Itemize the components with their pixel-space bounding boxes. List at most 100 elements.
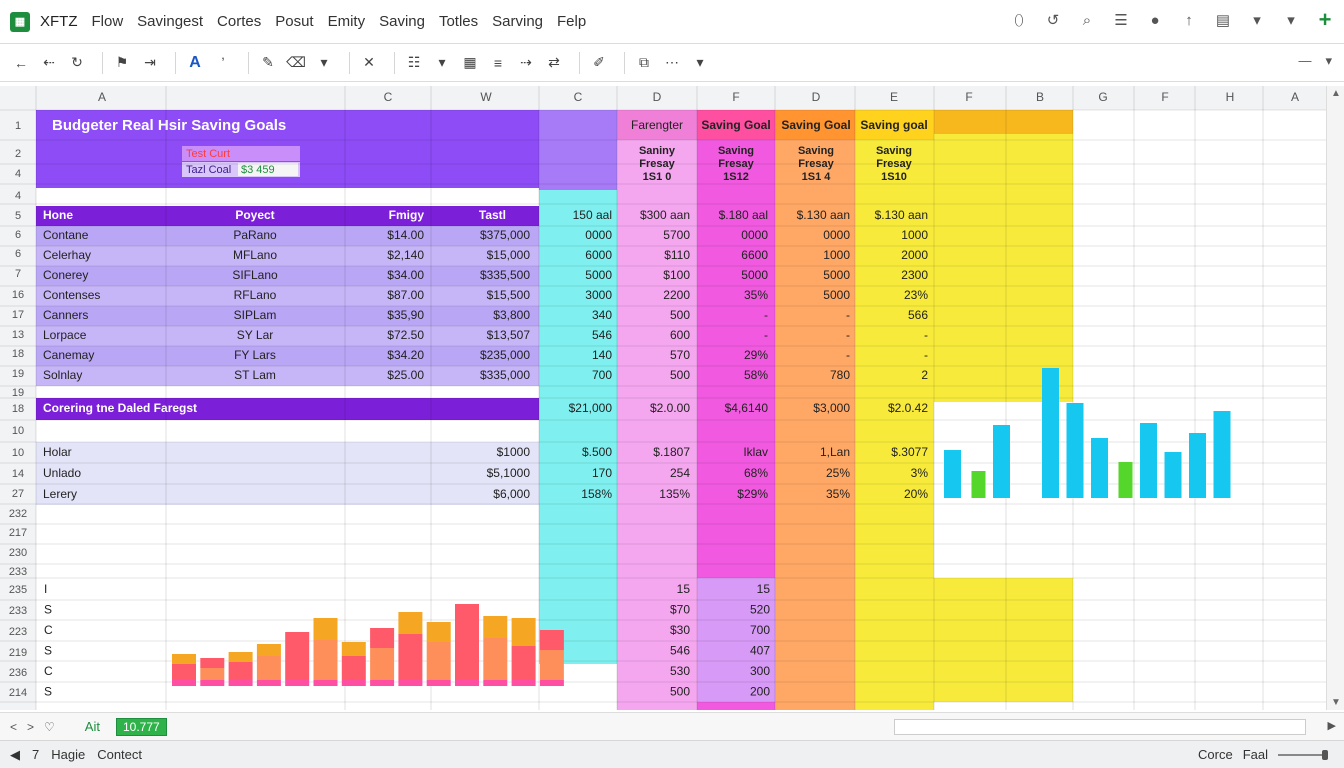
toolbar-divider bbox=[248, 51, 249, 74]
chart-bottom-bar-top bbox=[370, 628, 395, 648]
status-arrow-icon[interactable]: ◀ bbox=[10, 747, 20, 763]
redo-icon[interactable]: ⇠ bbox=[38, 51, 60, 75]
band-gold bbox=[934, 110, 1073, 134]
column-title: Saving Goal bbox=[781, 118, 850, 132]
zoom-slider[interactable] bbox=[1278, 749, 1328, 760]
user-icon[interactable]: ● bbox=[1146, 10, 1164, 30]
align-icon[interactable]: ☷ bbox=[403, 51, 425, 75]
table-cell: 700 bbox=[592, 368, 612, 382]
font-dropdown[interactable]: ʼ bbox=[212, 51, 234, 75]
sub-header-line: Saving bbox=[798, 145, 834, 157]
row-header: 214 bbox=[9, 687, 27, 699]
chart-bottom-bar-base bbox=[285, 680, 310, 686]
upload-icon[interactable]: ↑ bbox=[1180, 10, 1198, 30]
row-header: 223 bbox=[9, 626, 27, 638]
chevron-down-icon[interactable]: ▾ bbox=[1282, 10, 1300, 30]
vertical-scrollbar[interactable]: ▲ ▼ bbox=[1326, 86, 1344, 710]
pen-icon[interactable]: ✎ bbox=[257, 51, 279, 75]
minimize-icon[interactable]: — bbox=[1298, 53, 1311, 69]
tab-next-icon[interactable]: > bbox=[27, 720, 34, 734]
flag-icon[interactable]: ⚑ bbox=[111, 51, 133, 75]
undo-icon[interactable]: ← bbox=[10, 51, 32, 75]
section-total: $3,000 bbox=[813, 401, 850, 415]
row-header: 230 bbox=[9, 547, 27, 559]
chevron-down-icon[interactable]: ▾ bbox=[1248, 10, 1266, 30]
status-label-2[interactable]: Contect bbox=[97, 747, 142, 762]
chart-right-bar bbox=[1213, 411, 1231, 498]
row-header: 19 bbox=[12, 387, 24, 399]
chart-bottom-bar-top bbox=[172, 654, 196, 664]
chart-bottom-bar-mid bbox=[511, 646, 536, 680]
chart-bottom-bar-base bbox=[483, 680, 508, 686]
history-icon[interactable]: ↺ bbox=[1044, 10, 1062, 30]
table-cell: 35% bbox=[744, 288, 768, 302]
eraser-icon[interactable]: ⌫ bbox=[285, 51, 307, 75]
lower-row-label: S bbox=[44, 685, 52, 699]
column-header: B bbox=[1036, 90, 1044, 104]
table-cell: PaRano bbox=[233, 228, 277, 242]
chart-bottom-bar-top bbox=[200, 658, 225, 668]
menu-item-flow[interactable]: Flow bbox=[92, 13, 124, 30]
table-cell: - bbox=[764, 328, 768, 342]
menu-item-totles[interactable]: Totles bbox=[439, 13, 478, 30]
table-cell: $2,140 bbox=[387, 248, 424, 262]
chevron-down-icon[interactable]: ▾ bbox=[1325, 53, 1332, 69]
chevron-down-icon[interactable]: ▾ bbox=[689, 51, 711, 75]
column-title: Saving Goal bbox=[701, 118, 770, 132]
horizontal-scrollbar[interactable] bbox=[894, 719, 1306, 735]
row-header: 27 bbox=[12, 488, 24, 500]
table-cell: $3,800 bbox=[493, 308, 530, 322]
indent-icon[interactable]: ⇥ bbox=[139, 51, 161, 75]
chevron-down-icon[interactable]: ▾ bbox=[431, 51, 453, 75]
table-cell: $34.00 bbox=[387, 268, 424, 282]
menu-item-savingest[interactable]: Savingest bbox=[137, 13, 203, 30]
list-icon[interactable]: ≡ bbox=[487, 51, 509, 75]
calendar-icon[interactable]: ▤ bbox=[1214, 10, 1232, 30]
chart-bottom-bar-top bbox=[426, 622, 451, 642]
menu-item-cortes[interactable]: Cortes bbox=[217, 13, 261, 30]
link-icon[interactable]: ⇢ bbox=[515, 51, 537, 75]
table-cell: 35% bbox=[826, 487, 850, 501]
search-icon[interactable]: ⌕ bbox=[1078, 10, 1096, 30]
more-icon[interactable]: ⋯ bbox=[661, 51, 683, 75]
menu-item-felp[interactable]: Felp bbox=[557, 13, 586, 30]
status-label-1[interactable]: Hagie bbox=[51, 747, 85, 762]
sheet-tab-active[interactable]: 10.777 bbox=[115, 717, 167, 736]
scroll-right-icon[interactable]: ▶ bbox=[1328, 719, 1336, 732]
add-icon[interactable]: + bbox=[1316, 7, 1334, 32]
sheet-tab-ait[interactable]: Ait bbox=[75, 717, 110, 736]
toolbar: ← ⇠ ↻ ⚑ ⇥ A ʼ ✎ ⌫ ▾ ✕ ☷ ▾ ▦ ≡ ⇢ ⇄ ✐ ⧉ ⋯ … bbox=[0, 44, 1344, 82]
table-row-bg bbox=[36, 366, 539, 386]
row-header: 10 bbox=[12, 425, 24, 437]
list-icon[interactable]: ☰ bbox=[1112, 10, 1130, 30]
scroll-down-icon[interactable]: ▼ bbox=[1331, 697, 1341, 708]
merge-icon[interactable]: ⇄ bbox=[543, 51, 565, 75]
menu-item-emity[interactable]: Emity bbox=[328, 13, 366, 30]
zoom-value: Faal bbox=[1242, 747, 1268, 762]
row-header: 232 bbox=[9, 508, 27, 520]
scroll-up-icon[interactable]: ▲ bbox=[1331, 88, 1341, 99]
brush-icon[interactable]: ✐ bbox=[588, 51, 610, 75]
lock-icon[interactable]: ⬯ bbox=[1010, 10, 1028, 30]
table-cell: Iklav bbox=[743, 445, 768, 459]
menu-item-posut[interactable]: Posut bbox=[275, 13, 313, 30]
chevron-down-icon[interactable]: ▾ bbox=[313, 51, 335, 75]
zoom-slider-thumb[interactable] bbox=[1322, 749, 1328, 760]
spreadsheet-grid[interactable]: A C W C D F D E F B G F H A Budgeter Real Hsir Saving … bbox=[0, 86, 1326, 710]
table-cell: 1,Lan bbox=[820, 445, 850, 459]
chart-right-bar bbox=[944, 450, 961, 498]
copy-icon[interactable]: ⧉ bbox=[633, 51, 655, 75]
app-logo-icon: ▦ bbox=[10, 11, 30, 32]
refresh-icon[interactable]: ↻ bbox=[66, 51, 88, 75]
table-cell: 3% bbox=[911, 466, 929, 480]
font-button[interactable]: A bbox=[184, 51, 206, 75]
table-cell: $34.20 bbox=[387, 348, 424, 362]
table-cell: 6000 bbox=[585, 248, 612, 262]
tab-prev-icon[interactable]: < bbox=[10, 720, 17, 734]
menu-item-sarving[interactable]: Sarving bbox=[492, 13, 543, 30]
table-cell: 0000 bbox=[585, 228, 612, 242]
tab-add-icon[interactable]: ♡ bbox=[44, 720, 55, 734]
close-icon[interactable]: ✕ bbox=[358, 51, 380, 75]
menu-item-saving[interactable]: Saving bbox=[379, 13, 425, 30]
grid-icon[interactable]: ▦ bbox=[459, 51, 481, 75]
